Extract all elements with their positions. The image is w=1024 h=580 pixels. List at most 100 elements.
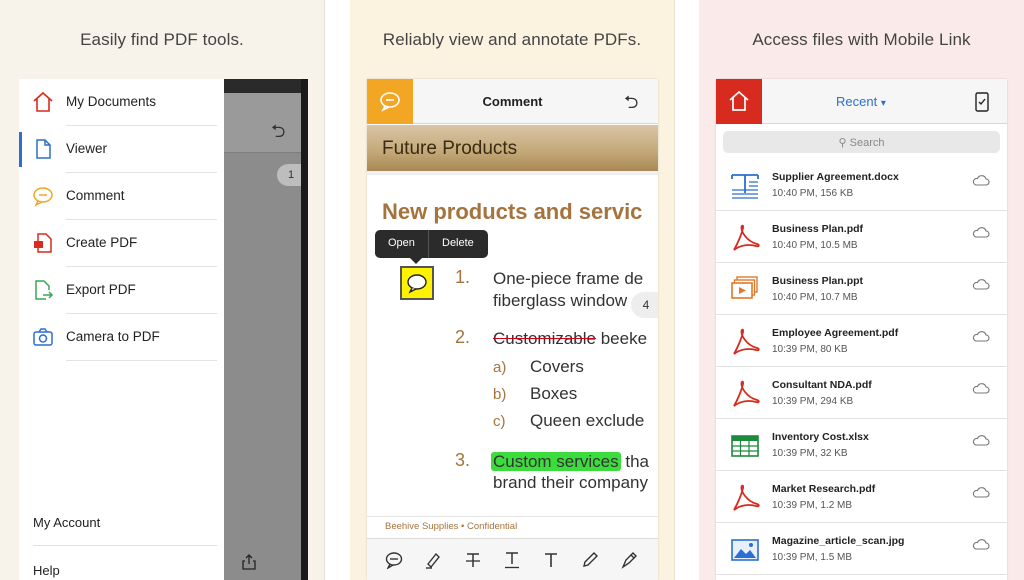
top-bar: Comment ⮌ bbox=[367, 79, 658, 124]
mobile-link-icon[interactable] bbox=[975, 92, 989, 112]
list-item[interactable]: Market Research.pdf 10:39 PM, 1.2 MB bbox=[716, 471, 1007, 523]
pdf-icon bbox=[733, 328, 760, 355]
delete-button[interactable]: Delete bbox=[442, 237, 474, 249]
sublist-letter: c) bbox=[493, 413, 506, 430]
my-account-link[interactable]: My Account bbox=[33, 515, 100, 530]
divider bbox=[33, 545, 217, 546]
sublist-text: Covers bbox=[530, 357, 584, 376]
help-link[interactable]: Help bbox=[33, 563, 60, 578]
side-drawer: My Documents Viewer Comment Create PDF E… bbox=[19, 79, 224, 580]
document-heading: New products and servic bbox=[382, 199, 643, 224]
dimmed-toolbar bbox=[224, 93, 301, 153]
file-meta: 10:39 PM, 1.5 MB bbox=[772, 552, 853, 563]
create-pdf-icon bbox=[34, 233, 52, 253]
list-number: 2. bbox=[455, 327, 471, 347]
file-meta: 10:39 PM, 294 KB bbox=[772, 396, 854, 407]
recent-dropdown[interactable]: Recent ▾ bbox=[836, 94, 886, 109]
list-number: 1. bbox=[455, 267, 471, 287]
file-meta: 10:39 PM, 80 KB bbox=[772, 344, 848, 355]
file-meta: 10:39 PM, 32 KB bbox=[772, 448, 848, 459]
highlighter-icon[interactable] bbox=[424, 551, 442, 569]
sublist-text: Boxes bbox=[530, 384, 578, 403]
strikethrough-annotation[interactable]: Customizable bbox=[493, 329, 596, 348]
cloud-icon[interactable] bbox=[972, 434, 990, 446]
cloud-icon[interactable] bbox=[972, 278, 990, 290]
divider bbox=[66, 360, 217, 361]
pdf-icon bbox=[733, 484, 760, 511]
home-button[interactable] bbox=[716, 79, 762, 124]
cloud-icon[interactable] bbox=[972, 174, 990, 186]
list-item[interactable]: Employee Agreement.pdf 10:39 PM, 80 KB bbox=[716, 315, 1007, 367]
undo-icon[interactable]: ⮌ bbox=[271, 119, 285, 149]
cloud-icon[interactable] bbox=[972, 330, 990, 342]
cloud-icon[interactable] bbox=[972, 382, 990, 394]
page-number-badge: 1 bbox=[277, 164, 301, 186]
presentation-icon bbox=[731, 276, 758, 299]
strikethrough-icon[interactable] bbox=[464, 551, 482, 569]
file-name: Consultant NDA.pdf bbox=[772, 379, 872, 391]
menu-item-label: Camera to PDF bbox=[66, 329, 160, 344]
divider bbox=[428, 230, 429, 258]
app-store-screenshots: Easily find PDF tools. ⮌ 1 My Documents bbox=[0, 0, 1024, 580]
document-icon bbox=[36, 139, 51, 159]
menu-item-create-pdf[interactable]: Create PDF bbox=[19, 220, 224, 267]
menu-item-comment[interactable]: Comment bbox=[19, 173, 224, 220]
document-banner-title: Future Products bbox=[382, 138, 518, 159]
pen-icon[interactable] bbox=[620, 551, 638, 569]
page-number-badge: 4 bbox=[631, 292, 658, 318]
list-number: 3. bbox=[455, 450, 471, 470]
device-screen: Recent ▾ ⚲ Search Supplier Agreement.doc… bbox=[716, 79, 1007, 580]
file-name: Market Research.pdf bbox=[772, 483, 876, 495]
pencil-icon[interactable] bbox=[581, 551, 599, 569]
menu-item-export-pdf[interactable]: Export PDF bbox=[19, 267, 224, 314]
cloud-icon[interactable] bbox=[972, 226, 990, 238]
cloud-icon[interactable] bbox=[972, 538, 990, 550]
share-icon[interactable] bbox=[241, 554, 257, 570]
menu-item-camera-to-pdf[interactable]: Camera to PDF bbox=[19, 314, 224, 361]
text-icon[interactable] bbox=[542, 551, 560, 569]
export-pdf-icon bbox=[35, 280, 54, 300]
footer-text: Beehive Supplies • Confidential bbox=[385, 521, 518, 532]
underline-icon[interactable] bbox=[503, 551, 521, 569]
list-item[interactable]: Supplier Agreement.docx 10:40 PM, 156 KB bbox=[716, 159, 1007, 211]
recent-label: Recent bbox=[836, 94, 878, 109]
menu-item-viewer[interactable]: Viewer bbox=[19, 126, 224, 173]
open-button[interactable]: Open bbox=[388, 237, 415, 249]
list-item[interactable]: Consultant NDA.pdf 10:39 PM, 294 KB bbox=[716, 367, 1007, 419]
file-name: Business Plan.ppt bbox=[772, 275, 864, 287]
comment-tool-icon[interactable] bbox=[385, 551, 403, 569]
list-item[interactable]: Magazine_article_scan.jpg 10:39 PM, 1.5 … bbox=[716, 523, 1007, 575]
list-item[interactable]: Inventory Cost.xlsx 10:39 PM, 32 KB bbox=[716, 419, 1007, 471]
document-footer: Beehive Supplies • Confidential bbox=[367, 516, 658, 538]
sticky-note-annotation[interactable] bbox=[400, 266, 434, 300]
panel-caption: Reliably view and annotate PDFs. bbox=[382, 30, 642, 49]
menu-item-label: Export PDF bbox=[66, 282, 136, 297]
list-text: fiberglass window sc bbox=[493, 291, 649, 310]
search-icon: ⚲ bbox=[838, 137, 847, 149]
list-text: brand their company bbox=[493, 473, 648, 492]
sublist-letter: b) bbox=[493, 386, 507, 403]
highlight-annotation[interactable]: Custom services bbox=[491, 452, 621, 471]
cloud-icon[interactable] bbox=[972, 486, 990, 498]
search-placeholder: ⚲ Search bbox=[838, 137, 885, 149]
camera-icon bbox=[33, 328, 53, 346]
undo-icon[interactable]: ⮌ bbox=[624, 90, 638, 120]
list-text: Custom services tha bbox=[491, 452, 649, 471]
list-item[interactable]: Business Plan.ppt 10:40 PM, 10.7 MB bbox=[716, 263, 1007, 315]
panel-mobile-link: Access files with Mobile Link Recent ▾ ⚲… bbox=[699, 0, 1024, 580]
home-outline-icon bbox=[33, 91, 53, 112]
annotation-toolbar bbox=[367, 538, 658, 580]
menu-item-label: Comment bbox=[66, 188, 125, 203]
search-input[interactable]: ⚲ Search bbox=[723, 131, 1000, 153]
pdf-icon bbox=[733, 380, 760, 407]
spreadsheet-icon bbox=[731, 435, 759, 457]
menu-item-label: My Documents bbox=[66, 94, 157, 109]
file-meta: 10:40 PM, 10.7 MB bbox=[772, 292, 858, 303]
list-item[interactable]: Business Plan.pdf 10:40 PM, 10.5 MB bbox=[716, 211, 1007, 263]
chevron-down-icon: ▾ bbox=[880, 98, 886, 109]
sticky-note-icon bbox=[407, 274, 427, 294]
menu-item-my-documents[interactable]: My Documents bbox=[19, 79, 224, 126]
file-name: Employee Agreement.pdf bbox=[772, 327, 899, 339]
menu-item-label: Create PDF bbox=[66, 235, 138, 250]
image-file-icon bbox=[731, 539, 759, 561]
